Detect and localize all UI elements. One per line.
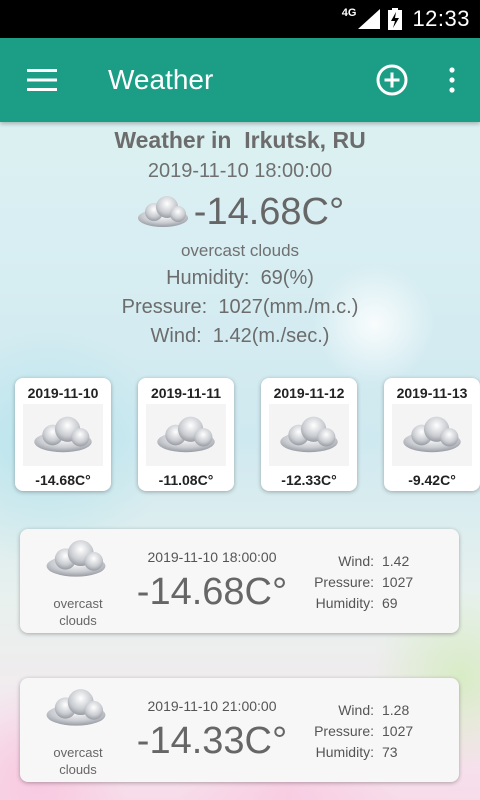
current-condition: overcast clouds: [180, 241, 300, 260]
battery-charging-icon: [388, 8, 403, 30]
humidity-value: 69(%): [260, 267, 314, 289]
day-date: 2019-11-13: [396, 385, 468, 401]
cloud-icon: [46, 540, 106, 577]
condition-line: overcast: [53, 745, 103, 760]
humidity-label: Humidity:: [315, 744, 374, 760]
network-type: 4G: [341, 7, 357, 19]
menu-button[interactable]: [0, 38, 84, 122]
hourly-condition: overcast clouds: [34, 744, 122, 778]
condition-line: clouds: [59, 762, 97, 777]
humidity-label: Humidity:: [166, 267, 250, 289]
day-card[interactable]: 2019-11-10 -14.68C°: [15, 378, 111, 491]
hourly-card[interactable]: overcast clouds 2019-11-10 21:00:00 -14.…: [20, 678, 459, 782]
humidity-value: 69: [382, 595, 398, 611]
day-temperature: -14.68C°: [35, 472, 91, 488]
pressure-label: Pressure:: [314, 723, 374, 739]
hourly-stats: Wind: 1.42 Pressure: 1027 Humidity: 69: [282, 551, 452, 614]
pressure-label: Pressure:: [314, 574, 374, 590]
day-icon-box: [23, 404, 103, 466]
status-bar: 4G 12:33: [0, 0, 480, 38]
city-name: Irkutsk, RU: [244, 127, 366, 153]
toolbar-title: Weather: [108, 64, 214, 95]
wind-label: Wind:: [338, 702, 374, 718]
cloud-icon: [137, 196, 188, 227]
signal-icon: [358, 9, 381, 29]
current-wind: Wind: 1.42(m./sec.): [0, 325, 480, 348]
hourly-datetime: 2019-11-10 21:00:00: [147, 698, 277, 714]
pressure-value: 1027(mm./m.c.): [218, 296, 359, 318]
current-temperature: -14.68C°: [193, 190, 345, 233]
current-humidity: Humidity: 69(%): [0, 267, 480, 290]
day-icon-box: [146, 404, 226, 466]
day-date: 2019-11-12: [273, 385, 345, 401]
wind-value: 1.28: [382, 702, 410, 718]
wind-label: Wind:: [338, 553, 374, 569]
daily-forecast-strip[interactable]: 2019-11-10 -14.68C° 2019-11-11 -11.08C° …: [15, 378, 480, 493]
hourly-stats: Wind: 1.28 Pressure: 1027 Humidity: 73: [282, 700, 452, 763]
cloud-icon: [280, 416, 338, 453]
current-weather: Weather in Irkutsk, RU 2019-11-10 18:00:…: [0, 122, 480, 348]
day-card[interactable]: 2019-11-13 -9.42C°: [384, 378, 480, 491]
day-icon-box: [392, 404, 472, 466]
pressure-value: 1027: [382, 723, 414, 739]
humidity-value: 73: [382, 744, 398, 760]
add-circle-icon: [376, 64, 408, 96]
cloud-icon: [157, 416, 215, 453]
hamburger-menu-icon: [27, 69, 57, 91]
cloud-icon: [46, 689, 106, 726]
city-prefix: Weather in: [114, 127, 232, 153]
city-heading: Weather in Irkutsk, RU: [0, 127, 480, 154]
humidity-label: Humidity:: [315, 595, 374, 611]
hourly-datetime: 2019-11-10 18:00:00: [147, 549, 277, 565]
hourly-temperature: -14.33C°: [136, 720, 288, 762]
wind-label: Wind:: [150, 325, 202, 347]
wind-value: 1.42: [382, 553, 410, 569]
day-card[interactable]: 2019-11-12 -12.33C°: [261, 378, 357, 491]
day-card[interactable]: 2019-11-11 -11.08C°: [138, 378, 234, 491]
cloud-icon: [34, 416, 92, 453]
more-vert-icon: [449, 67, 455, 93]
hourly-condition: overcast clouds: [34, 595, 122, 629]
wind-value: 1.42(m./sec.): [212, 325, 330, 347]
day-icon-box: [269, 404, 349, 466]
hourly-temperature: -14.68C°: [136, 571, 288, 613]
pressure-value: 1027: [382, 574, 414, 590]
add-location-button[interactable]: [360, 38, 424, 122]
day-temperature: -9.42C°: [408, 472, 456, 488]
day-date: 2019-11-10: [27, 385, 99, 401]
day-temperature: -11.08C°: [158, 472, 214, 488]
current-datetime: 2019-11-10 18:00:00: [147, 160, 333, 182]
day-temperature: -12.33C°: [281, 472, 337, 488]
pressure-label: Pressure:: [121, 296, 208, 318]
current-pressure: Pressure: 1027(mm./m.c.): [0, 296, 480, 319]
cloud-icon: [403, 416, 461, 453]
current-temp-row: -14.68C°: [0, 187, 480, 237]
status-clock: 12:33: [412, 6, 470, 31]
hourly-card[interactable]: overcast clouds 2019-11-10 18:00:00 -14.…: [20, 529, 459, 633]
overflow-menu-button[interactable]: [424, 38, 480, 122]
condition-line: overcast: [53, 596, 103, 611]
condition-line: clouds: [59, 613, 97, 628]
app-toolbar: Weather: [0, 38, 480, 122]
day-date: 2019-11-11: [150, 385, 222, 401]
